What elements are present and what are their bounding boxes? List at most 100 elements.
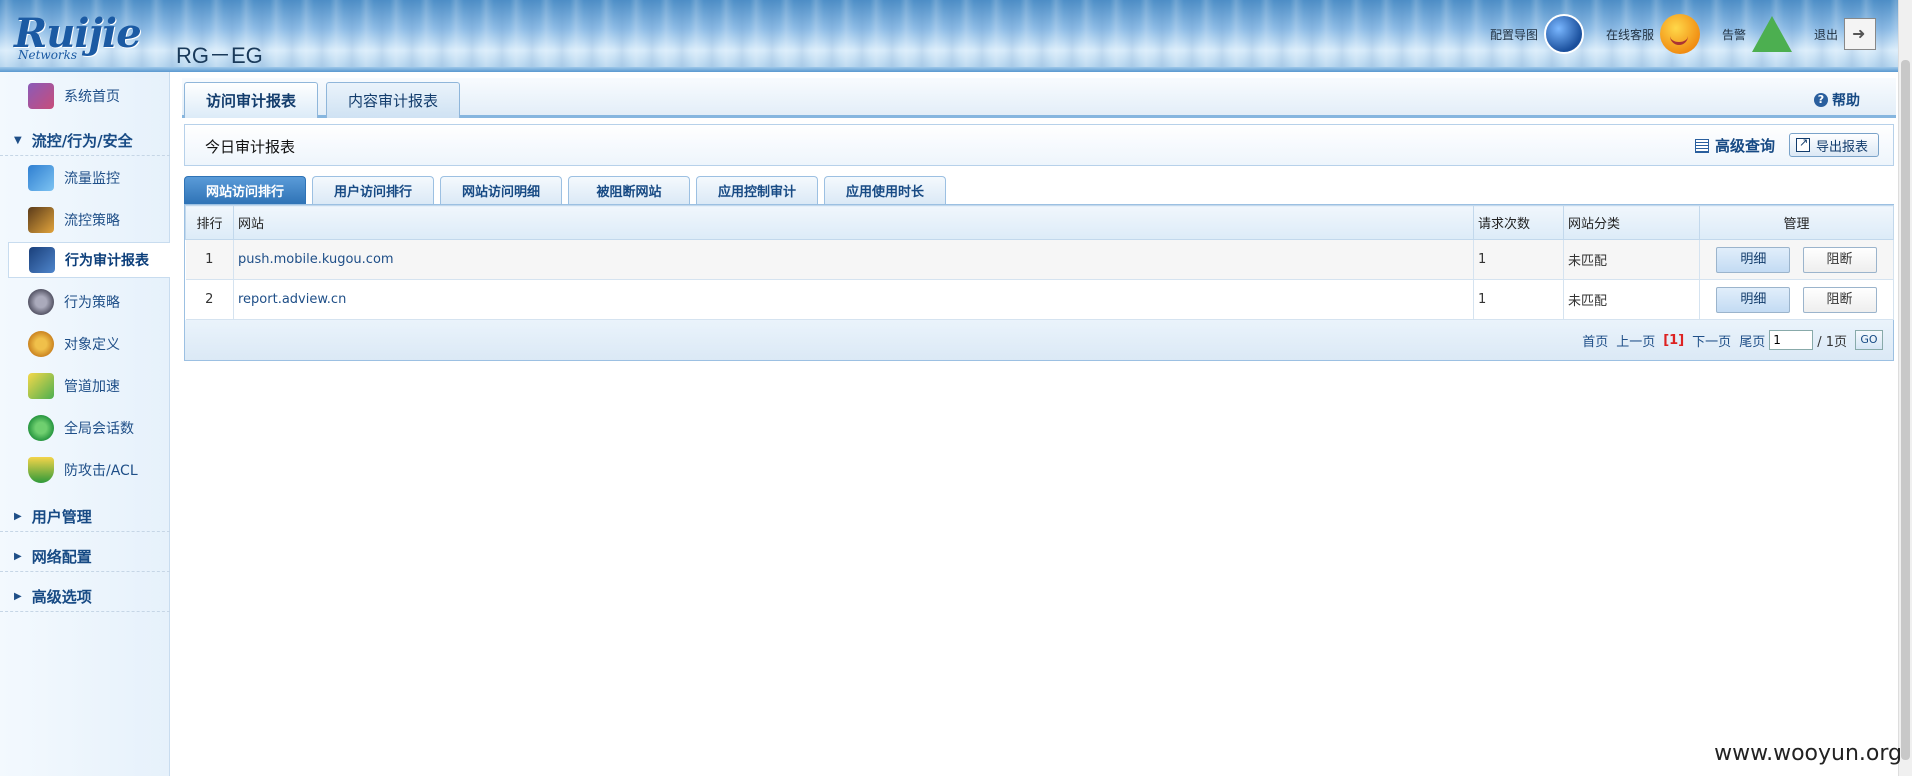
logout-label: 退出 <box>1813 27 1838 42</box>
cell-category: 未匹配 <box>1563 279 1700 320</box>
subtab-label: 网站访问明细 <box>461 185 540 200</box>
column-header-manage: 管理 <box>1699 205 1894 240</box>
sidebar-group-label: 流控/行为/安全 <box>31 132 133 150</box>
vertical-scrollbar[interactable] <box>1898 0 1912 776</box>
block-button[interactable]: 阻断 <box>1802 286 1877 313</box>
sidebar-group-flow-security[interactable]: ▼ 流控/行为/安全 <box>0 126 170 156</box>
top-header: Ruijie Networks RG－EG 配置导图 在线客服 告警 退出 <box>0 0 1912 72</box>
online-support-label: 在线客服 <box>1605 27 1654 42</box>
sidebar: 系统首页 ▼ 流控/行为/安全 流量监控 流控策略 行为审计报表 行为策略 对象… <box>0 72 170 776</box>
column-header-site[interactable]: 网站 <box>233 205 1474 240</box>
detail-button[interactable]: 明细 <box>1716 246 1791 273</box>
sidebar-group-network-config[interactable]: ▶ 网络配置 <box>0 542 170 572</box>
pager-next[interactable]: 下一页 <box>1692 331 1731 350</box>
sidebar-item-global-sessions[interactable]: 全局会话数 <box>0 410 170 446</box>
smile-icon <box>1659 14 1700 54</box>
help-link[interactable]: ? 帮助 <box>1814 90 1860 110</box>
table-row: 1 push.mobile.kugou.com 1 未匹配 明细 阻断 <box>185 239 1894 280</box>
block-button[interactable]: 阻断 <box>1802 246 1877 273</box>
sidebar-item-audit-report[interactable]: 行为审计报表 <box>8 242 170 278</box>
subtab-blocked-sites[interactable]: 被阻断网站 <box>568 176 690 204</box>
tab-label: 访问审计报表 <box>205 92 296 110</box>
column-header-category[interactable]: 网站分类 <box>1563 205 1700 240</box>
config-guide-label: 配置导图 <box>1489 27 1538 42</box>
sidebar-item-label: 管道加速 <box>64 379 120 395</box>
subtab-label: 应用使用时长 <box>845 185 924 200</box>
sidebar-item-flow-policy[interactable]: 流控策略 <box>0 202 170 238</box>
cell-category: 未匹配 <box>1563 239 1700 280</box>
main-tabs-bar: 访问审计报表 内容审计报表 ? 帮助 <box>182 78 1896 118</box>
panel-title: 今日审计报表 <box>205 138 296 156</box>
header-links: 配置导图 在线客服 告警 退出 <box>1468 14 1876 54</box>
sidebar-item-object-definition[interactable]: 对象定义 <box>0 326 170 362</box>
column-header-requests[interactable]: 请求次数 <box>1473 205 1564 240</box>
pager-total: / 1页 <box>1817 334 1847 350</box>
sidebar-item-label: 行为策略 <box>64 295 120 311</box>
column-header-rank[interactable]: 排行 <box>185 205 234 240</box>
pager-prev[interactable]: 上一页 <box>1616 331 1655 350</box>
cell-requests: 1 <box>1473 239 1564 280</box>
sidebar-item-label: 对象定义 <box>64 337 120 353</box>
sidebar-item-pipe-accel[interactable]: 管道加速 <box>0 368 170 404</box>
alarm-label: 告警 <box>1721 27 1746 42</box>
cell-requests: 1 <box>1473 279 1564 320</box>
sidebar-item-label: 行为审计报表 <box>65 253 149 269</box>
subtab-site-ranking[interactable]: 网站访问排行 <box>184 176 306 204</box>
subtab-label: 用户访问排行 <box>333 185 412 200</box>
exit-icon <box>1844 18 1876 50</box>
page-number-input[interactable] <box>1769 330 1814 350</box>
sidebar-item-traffic-monitor[interactable]: 流量监控 <box>0 160 170 196</box>
monitor-icon <box>28 83 54 109</box>
alarm-icon <box>1751 16 1792 52</box>
sidebar-group-user-management[interactable]: ▶ 用户管理 <box>0 502 170 532</box>
sidebar-item-home[interactable]: 系统首页 <box>0 78 170 114</box>
sidebar-item-label: 流控策略 <box>64 213 120 229</box>
ruijie-logo: Ruijie Networks <box>14 10 170 62</box>
pager-first[interactable]: 首页 <box>1582 331 1608 350</box>
pager-current: [1] <box>1663 332 1685 348</box>
export-icon <box>1795 136 1810 152</box>
report-title-bar: 今日审计报表 高级查询 导出报表 <box>184 124 1894 166</box>
cell-rank: 1 <box>185 239 234 280</box>
tab-access-audit[interactable]: 访问审计报表 <box>184 82 318 118</box>
sidebar-item-behavior-policy[interactable]: 行为策略 <box>0 284 170 320</box>
table-header-row: 排行 网站 请求次数 网站分类 管理 <box>185 205 1894 240</box>
online-support-link[interactable]: 在线客服 <box>1606 14 1700 54</box>
sidebar-group-advanced[interactable]: ▶ 高级选项 <box>0 582 170 612</box>
sidebar-item-anti-attack-acl[interactable]: 防攻击/ACL <box>0 452 170 488</box>
flow-policy-icon <box>28 207 54 233</box>
caret-right-icon: ▶ <box>14 551 22 562</box>
subtab-app-usage-time[interactable]: 应用使用时长 <box>824 176 946 204</box>
help-label: 帮助 <box>1832 93 1860 109</box>
config-guide-link[interactable]: 配置导图 <box>1490 14 1584 54</box>
sidebar-item-label: 流量监控 <box>64 171 120 187</box>
tab-label: 内容审计报表 <box>347 92 438 110</box>
device-model: RG－EG <box>176 43 263 68</box>
sidebar-group-label: 高级选项 <box>31 588 92 606</box>
subtab-site-detail[interactable]: 网站访问明细 <box>440 176 562 204</box>
subtab-label: 被阻断网站 <box>596 185 662 200</box>
subtab-label: 应用控制审计 <box>717 185 796 200</box>
subtab-user-ranking[interactable]: 用户访问排行 <box>312 176 434 204</box>
cell-site: report.adview.cn <box>233 279 1474 320</box>
cell-site: push.mobile.kugou.com <box>233 239 1474 280</box>
shield-icon <box>28 457 54 483</box>
pagination: 首页 上一页 [1] 下一页 尾页 / 1页 GO <box>185 320 1893 360</box>
tab-content-audit[interactable]: 内容审计报表 <box>326 82 460 118</box>
alarm-link[interactable]: 告警 <box>1722 16 1792 52</box>
pager-last[interactable]: 尾页 <box>1739 331 1765 350</box>
chat-bubbles-icon <box>28 415 54 441</box>
detail-button[interactable]: 明细 <box>1716 286 1791 313</box>
scrollbar-thumb[interactable] <box>1901 60 1910 760</box>
advanced-query-link[interactable]: 高级查询 <box>1694 135 1775 156</box>
table-row: 2 report.adview.cn 1 未匹配 明细 阻断 <box>185 279 1894 320</box>
go-button[interactable]: GO <box>1855 330 1883 350</box>
export-report-button[interactable]: 导出报表 <box>1788 133 1879 157</box>
sidebar-group-label: 网络配置 <box>31 548 92 566</box>
export-label: 导出报表 <box>1815 139 1868 155</box>
help-icon: ? <box>1814 93 1828 107</box>
gear-icon <box>28 289 54 315</box>
globe-icon <box>1543 14 1584 54</box>
logout-link[interactable]: 退出 <box>1814 18 1876 50</box>
subtab-app-control-audit[interactable]: 应用控制审计 <box>696 176 818 204</box>
